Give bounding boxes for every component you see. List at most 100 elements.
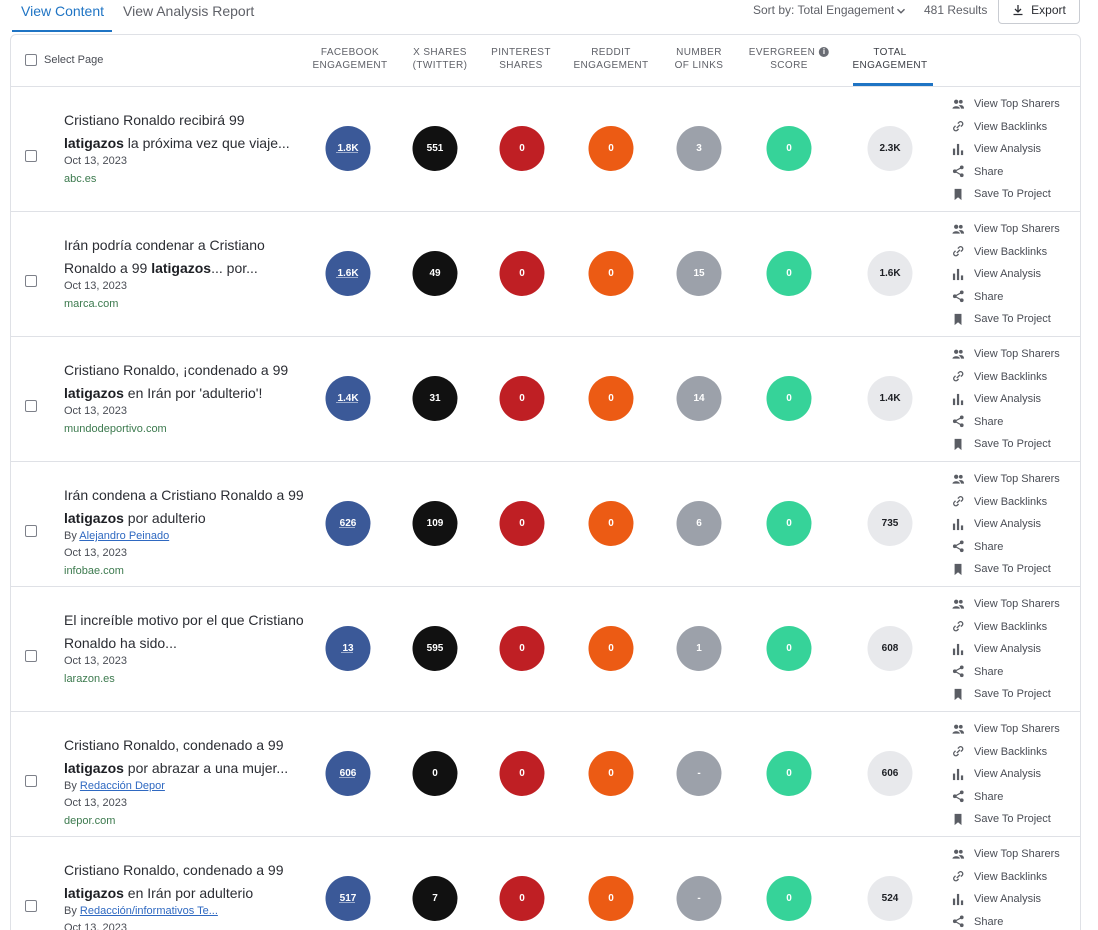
- bar-chart-icon: [952, 268, 964, 280]
- col-header-x-shares[interactable]: X SHARES (TWITTER): [413, 46, 468, 72]
- save-to-project-link[interactable]: Save To Project: [952, 808, 1060, 831]
- view-top-sharers-link[interactable]: View Top Sharers: [952, 468, 1060, 491]
- share-link[interactable]: Share: [952, 786, 1060, 809]
- facebook-engagement-value[interactable]: 1.4K: [325, 376, 371, 421]
- author-link[interactable]: Alejandro Peinado: [79, 530, 169, 542]
- link-icon: [953, 871, 964, 882]
- export-button[interactable]: Export: [998, 0, 1080, 24]
- facebook-engagement-value[interactable]: 13: [325, 626, 371, 671]
- select-page-label: Select Page: [44, 54, 104, 66]
- share-link[interactable]: Share: [952, 411, 1060, 434]
- article-title-link[interactable]: Irán condena a Cristiano Ronaldo a 99 la…: [64, 484, 304, 530]
- row-select-checkbox[interactable]: [25, 275, 37, 287]
- col-header-x-line2: (TWITTER): [412, 60, 468, 71]
- total-engagement-value: 524: [867, 876, 913, 921]
- row-select-checkbox[interactable]: [25, 650, 37, 662]
- number-of-links-value: -: [676, 751, 722, 796]
- facebook-engagement-value[interactable]: 517: [325, 876, 371, 921]
- view-backlinks-link[interactable]: View Backlinks: [952, 616, 1060, 639]
- col-header-evergreen[interactable]: EVERGREEN i SCORE: [749, 46, 830, 72]
- reddit-engagement-value: 0: [588, 501, 634, 546]
- col-header-total[interactable]: TOTAL ENGAGEMENT: [852, 46, 927, 72]
- save-to-project-link[interactable]: Save To Project: [952, 558, 1060, 581]
- table-row: Cristiano Ronaldo, condenado a 99 latiga…: [11, 837, 1080, 930]
- view-top-sharers-link[interactable]: View Top Sharers: [952, 218, 1060, 241]
- article-domain: larazon.es: [64, 673, 115, 685]
- table-row: Cristiano Ronaldo, ¡condenado a 99 latig…: [11, 337, 1080, 462]
- save-to-project-link[interactable]: Save To Project: [952, 308, 1060, 331]
- col-header-links[interactable]: NUMBER OF LINKS: [675, 46, 724, 72]
- x-shares-value: 31: [412, 376, 458, 421]
- author-prefix: By: [64, 905, 77, 917]
- save-to-project-link[interactable]: Save To Project: [952, 433, 1060, 456]
- view-backlinks-link[interactable]: View Backlinks: [952, 491, 1060, 514]
- author-link[interactable]: Redacción/informativos Te...: [80, 905, 218, 917]
- row-select-checkbox[interactable]: [25, 150, 37, 162]
- people-icon: [952, 599, 965, 609]
- tab-view-analysis-report[interactable]: View Analysis Report: [123, 3, 254, 19]
- view-top-sharers-link[interactable]: View Top Sharers: [952, 593, 1060, 616]
- row-actions: View Top Sharers View Backlinks View Analy…: [952, 468, 1060, 581]
- table-row: Irán podría condenar a Cristiano Ronaldo…: [11, 212, 1080, 337]
- view-backlinks-link[interactable]: View Backlinks: [952, 116, 1060, 139]
- facebook-engagement-value[interactable]: 1.8K: [325, 126, 371, 171]
- view-top-sharers-link[interactable]: View Top Sharers: [952, 93, 1060, 116]
- sort-dropdown[interactable]: Sort by: Total Engagement: [753, 3, 906, 17]
- view-analysis-link[interactable]: View Analysis: [952, 888, 1060, 911]
- view-top-sharers-link[interactable]: View Top Sharers: [952, 843, 1060, 866]
- save-to-project-link[interactable]: Save To Project: [952, 183, 1060, 206]
- view-backlinks-link[interactable]: View Backlinks: [952, 741, 1060, 764]
- view-analysis-link[interactable]: View Analysis: [952, 388, 1060, 411]
- view-backlinks-link[interactable]: View Backlinks: [952, 866, 1060, 889]
- author-link[interactable]: Redacción Depor: [80, 780, 165, 792]
- link-icon: [953, 371, 964, 382]
- action-label: View Top Sharers: [974, 98, 1060, 111]
- select-page-checkbox[interactable]: [25, 54, 37, 66]
- share-icon: [952, 665, 964, 678]
- info-icon[interactable]: i: [819, 47, 830, 58]
- save-to-project-link[interactable]: Save To Project: [952, 683, 1060, 706]
- col-header-pinterest[interactable]: PINTEREST SHARES: [491, 46, 551, 72]
- share-link[interactable]: Share: [952, 911, 1060, 930]
- col-header-reddit[interactable]: REDDIT ENGAGEMENT: [573, 46, 648, 72]
- article-title-link[interactable]: Cristiano Ronaldo, condenado a 99 latiga…: [64, 734, 304, 780]
- link-icon: [953, 496, 964, 507]
- total-engagement-value: 2.3K: [867, 126, 913, 171]
- view-top-sharers-link[interactable]: View Top Sharers: [952, 718, 1060, 741]
- share-link[interactable]: Share: [952, 661, 1060, 684]
- table-row: Cristiano Ronaldo, condenado a 99 latiga…: [11, 712, 1080, 837]
- action-label: View Top Sharers: [974, 348, 1060, 361]
- view-analysis-link[interactable]: View Analysis: [952, 763, 1060, 786]
- row-select-checkbox[interactable]: [25, 525, 37, 537]
- view-backlinks-link[interactable]: View Backlinks: [952, 241, 1060, 264]
- view-analysis-link[interactable]: View Analysis: [952, 638, 1060, 661]
- row-select-checkbox[interactable]: [25, 900, 37, 912]
- article-title-part: Cristiano Ronaldo, ¡condenado a 99: [64, 362, 289, 378]
- article-title-link[interactable]: Irán podría condenar a Cristiano Ronaldo…: [64, 234, 304, 280]
- people-icon: [952, 224, 965, 234]
- row-select-checkbox[interactable]: [25, 400, 37, 412]
- row-select-checkbox[interactable]: [25, 775, 37, 787]
- share-link[interactable]: Share: [952, 536, 1060, 559]
- article-title-part: latigazos: [64, 760, 124, 776]
- view-analysis-link[interactable]: View Analysis: [952, 263, 1060, 286]
- view-backlinks-link[interactable]: View Backlinks: [952, 366, 1060, 389]
- article-title-link[interactable]: El increíble motivo por el que Cristiano…: [64, 609, 304, 655]
- share-link[interactable]: Share: [952, 286, 1060, 309]
- view-analysis-link[interactable]: View Analysis: [952, 513, 1060, 536]
- action-label: View Analysis: [974, 893, 1042, 906]
- article-title-link[interactable]: Cristiano Ronaldo recibirá 99 latigazos …: [64, 109, 304, 155]
- share-link[interactable]: Share: [952, 161, 1060, 184]
- article-title-link[interactable]: Cristiano Ronaldo, condenado a 99 latiga…: [64, 859, 304, 905]
- col-header-facebook[interactable]: FACEBOOK ENGAGEMENT: [312, 46, 387, 72]
- article-title-link[interactable]: Cristiano Ronaldo, ¡condenado a 99 latig…: [64, 359, 304, 405]
- facebook-engagement-value[interactable]: 606: [325, 751, 371, 796]
- x-shares-value: 7: [412, 876, 458, 921]
- view-top-sharers-link[interactable]: View Top Sharers: [952, 343, 1060, 366]
- facebook-engagement-value[interactable]: 626: [325, 501, 371, 546]
- article-author: By Redacción/informativos Te...: [64, 905, 218, 917]
- tab-view-content[interactable]: View Content: [21, 3, 104, 19]
- facebook-engagement-value[interactable]: 1.6K: [325, 251, 371, 296]
- action-label: Save To Project: [974, 563, 1051, 576]
- view-analysis-link[interactable]: View Analysis: [952, 138, 1060, 161]
